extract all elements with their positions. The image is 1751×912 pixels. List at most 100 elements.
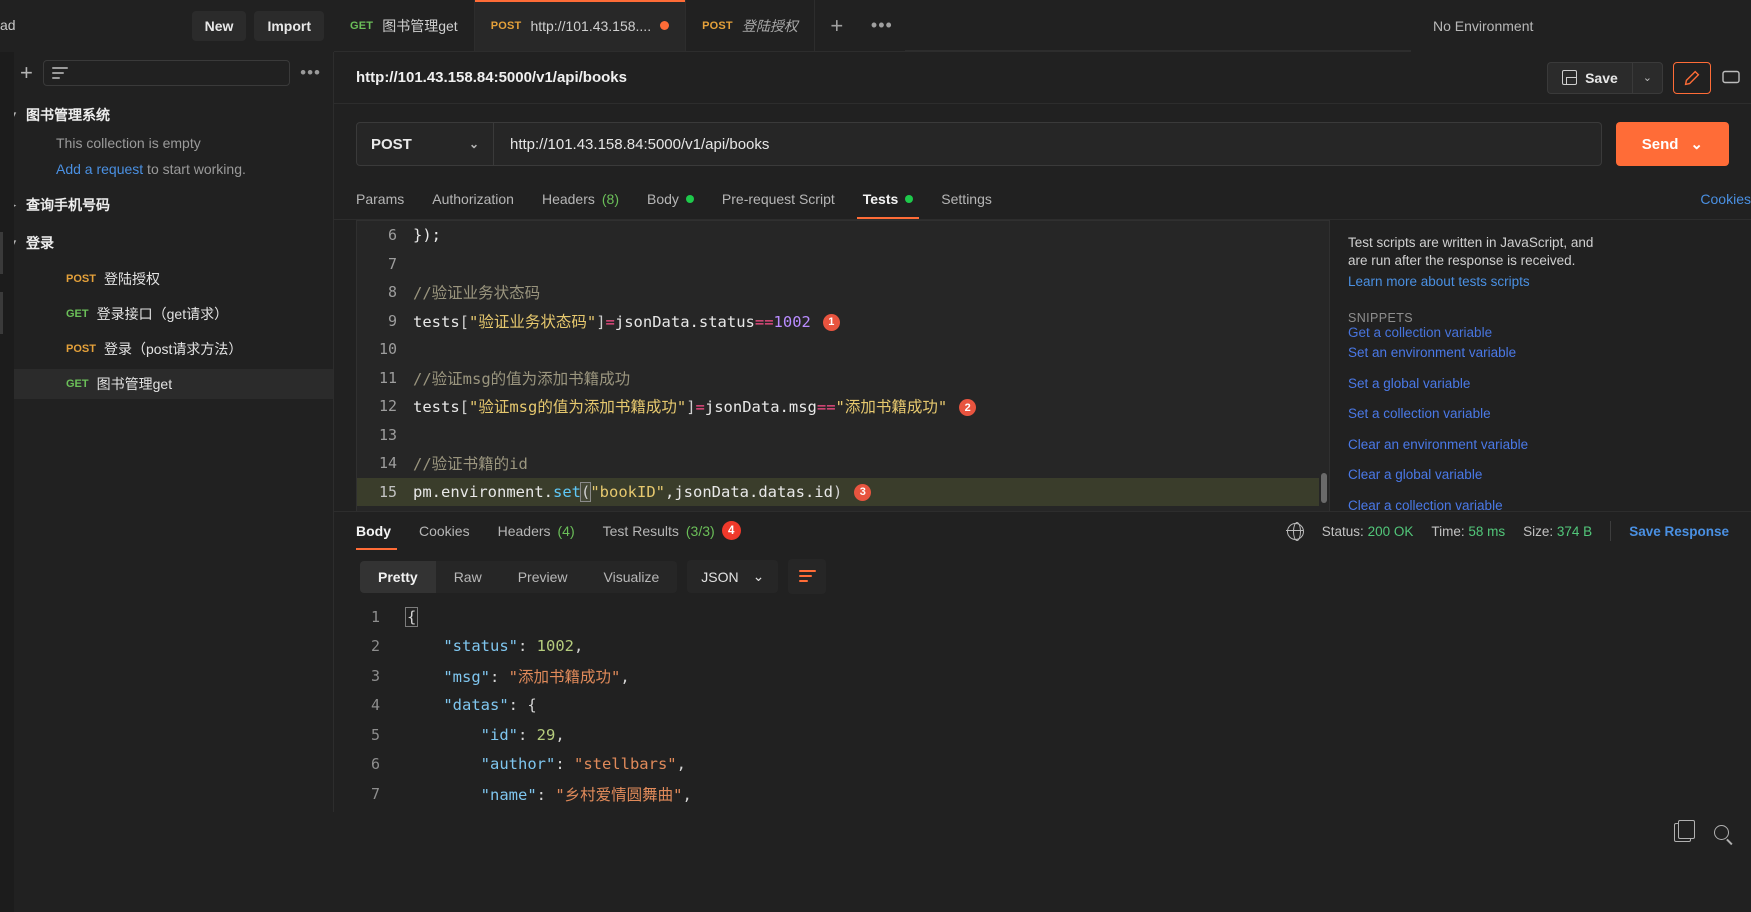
snippet-item-3[interactable]: Clear an environment variable	[1348, 430, 1733, 461]
search-icon[interactable]	[1714, 825, 1729, 840]
json-line[interactable]: 5 "id": 29,	[334, 720, 1751, 750]
tests-code-editor[interactable]: 6}); 7 8//验证业务状态码 9 tests["验证业务状态码"]=jsonDat…	[356, 220, 1330, 511]
response-body-json[interactable]: 1{2 "status": 1002, 3 "msg": "添加书籍成功", 4 "…	[334, 602, 1751, 809]
snippet-item-5[interactable]: Clear a collection variable	[1348, 491, 1733, 512]
editor-and-snippets: 6}); 7 8//验证业务状态码 9 tests["验证业务状态码"]=jsonDat…	[334, 220, 1751, 511]
view-mode-visualize[interactable]: Visualize	[586, 561, 678, 593]
environment-selector[interactable]: No Environment	[1411, 0, 1751, 52]
line-number: 4	[370, 696, 380, 715]
save-button[interactable]: Save	[1547, 61, 1632, 94]
collection-item-2[interactable]: 登录	[0, 228, 333, 258]
request-tab-0[interactable]: GET 图书管理get	[334, 0, 475, 51]
json-line[interactable]: 4 "datas": {	[334, 691, 1751, 721]
collection-item-0[interactable]: 图书管理系统	[0, 100, 333, 130]
tab-authorization[interactable]: Authorization	[418, 179, 528, 219]
snippet-item-1[interactable]: Set a global variable	[1348, 369, 1733, 400]
lint-badge[interactable]: 2	[959, 399, 977, 417]
tab-tests[interactable]: Tests	[849, 179, 928, 219]
lint-badge[interactable]: 1	[822, 313, 840, 331]
wrap-lines-icon[interactable]	[788, 559, 827, 594]
code-token: ==	[816, 398, 836, 417]
code-line[interactable]: 8 //验证业务状态码	[357, 278, 1329, 307]
json-token: :	[555, 755, 574, 774]
time-value: 58 ms	[1468, 523, 1506, 539]
add-collection-icon[interactable]: +	[20, 62, 33, 84]
snippet-item-2[interactable]: Set a collection variable	[1348, 399, 1733, 430]
view-mode-raw[interactable]: Raw	[436, 561, 500, 593]
tab-method: POST	[490, 19, 522, 32]
line-number: 7	[370, 784, 380, 803]
edit-pencil-icon[interactable]	[1673, 61, 1711, 94]
sidebar-filter-input[interactable]	[42, 60, 291, 86]
save-disk-icon	[1562, 70, 1578, 85]
response-tab-headers[interactable]: Headers (4)	[484, 512, 589, 550]
method-select[interactable]: POST ⌄	[356, 122, 494, 166]
cookies-link[interactable]: Cookies	[1700, 191, 1751, 207]
sidebar-request-1[interactable]: GET 登录接口（get请求）	[0, 299, 333, 329]
new-tab-icon[interactable]: +	[814, 0, 859, 51]
code-token: ==	[754, 312, 774, 331]
sidebar-request-0[interactable]: POST 登陆授权	[0, 264, 333, 294]
tab-params[interactable]: Params	[356, 179, 418, 219]
code-line[interactable]: 13	[357, 421, 1329, 450]
json-token: {	[527, 696, 537, 715]
snippet-item-clipped[interactable]: Get a collection variable	[1348, 326, 1733, 338]
save-response-link[interactable]: Save Response	[1629, 524, 1729, 539]
json-line[interactable]: 7 "name": "乡村爱情圆舞曲",	[334, 779, 1751, 809]
code-line[interactable]: 10	[357, 335, 1329, 364]
sidebar-request-2[interactable]: POST 登录（post请求方法）	[0, 334, 333, 364]
json-token: :	[490, 667, 509, 686]
code-line[interactable]: 14 //验证书籍的id	[357, 449, 1329, 478]
request-tab-2[interactable]: POST 登陆授权	[686, 0, 815, 51]
code-text: tests["验证业务状态码"]=jsonData.status==1002 1	[413, 310, 1329, 332]
json-line[interactable]: 6 "author": "stellbars",	[334, 750, 1751, 780]
code-line[interactable]: 15 pm.environment.set("bookID",jsonData.d…	[357, 477, 1329, 506]
response-tab-test-results[interactable]: Test Results (3/3) 4	[589, 512, 755, 550]
tab-options-icon[interactable]: •••	[858, 0, 905, 51]
json-line[interactable]: 2 "status": 1002,	[334, 632, 1751, 662]
save-options-caret-icon[interactable]: ⌄	[1631, 61, 1663, 94]
topbar-left: ad New Import	[0, 0, 334, 52]
response-format-select[interactable]: JSON ⌄	[687, 560, 779, 593]
code-line[interactable]: 7	[357, 250, 1329, 279]
tab-method: POST	[702, 19, 733, 32]
line-number: 7	[387, 254, 397, 273]
code-line[interactable]: 12 tests["验证msg的值为添加书籍成功"]=jsonData.msg==…	[357, 392, 1329, 421]
add-request-link[interactable]: Add a request	[56, 161, 143, 177]
collection-item-1[interactable]: 查询手机号码	[0, 190, 333, 220]
comment-icon[interactable]	[1711, 60, 1751, 96]
time-label: Time:	[1431, 523, 1465, 539]
snippet-item-0[interactable]: Set an environment variable	[1348, 338, 1733, 369]
editor-vertical-scrollbar[interactable]	[1319, 221, 1329, 511]
sidebar-more-icon[interactable]: •••	[300, 63, 321, 83]
view-mode-preview[interactable]: Preview	[500, 561, 586, 593]
tab-body[interactable]: Body	[633, 179, 708, 219]
json-token: 29	[536, 725, 556, 744]
send-button[interactable]: Send ⌄	[1615, 122, 1729, 166]
new-button[interactable]: New	[191, 11, 247, 41]
lint-badge[interactable]: 3	[854, 483, 872, 501]
learn-more-link[interactable]: Learn more about tests scripts	[1348, 274, 1733, 289]
sidebar-request-3[interactable]: GET 图书管理get	[0, 369, 333, 399]
json-line[interactable]: 3 "msg": "添加书籍成功",	[334, 661, 1751, 691]
request-tab-1[interactable]: POST http://101.43.158....	[474, 0, 687, 51]
snippet-item-4[interactable]: Clear a global variable	[1348, 460, 1733, 491]
line-number: 12	[378, 397, 397, 416]
copy-icon[interactable]	[1674, 820, 1695, 842]
json-token: "datas"	[443, 696, 509, 715]
response-tab-body[interactable]: Body	[356, 512, 405, 550]
json-text: "msg": "添加书籍成功",	[406, 665, 629, 687]
tab-pre-request-script[interactable]: Pre-request Script	[708, 179, 849, 219]
import-button[interactable]: Import	[254, 11, 324, 41]
tab-settings[interactable]: Settings	[927, 179, 1006, 219]
tab-headers[interactable]: Headers (8)	[528, 179, 633, 219]
view-mode-pretty[interactable]: Pretty	[360, 560, 436, 593]
response-tab-cookies[interactable]: Cookies	[405, 512, 484, 550]
code-line[interactable]: 9 tests["验证业务状态码"]=jsonData.status==1002 1	[357, 307, 1329, 336]
request-method: GET	[66, 308, 89, 320]
code-token: =	[695, 398, 705, 417]
json-line[interactable]: 1{	[334, 602, 1751, 632]
code-line[interactable]: 11 //验证msg的值为添加书籍成功	[357, 364, 1329, 393]
url-input[interactable]: http://101.43.158.84:5000/v1/api/books	[494, 122, 1602, 166]
code-line[interactable]: 6});	[357, 221, 1329, 250]
